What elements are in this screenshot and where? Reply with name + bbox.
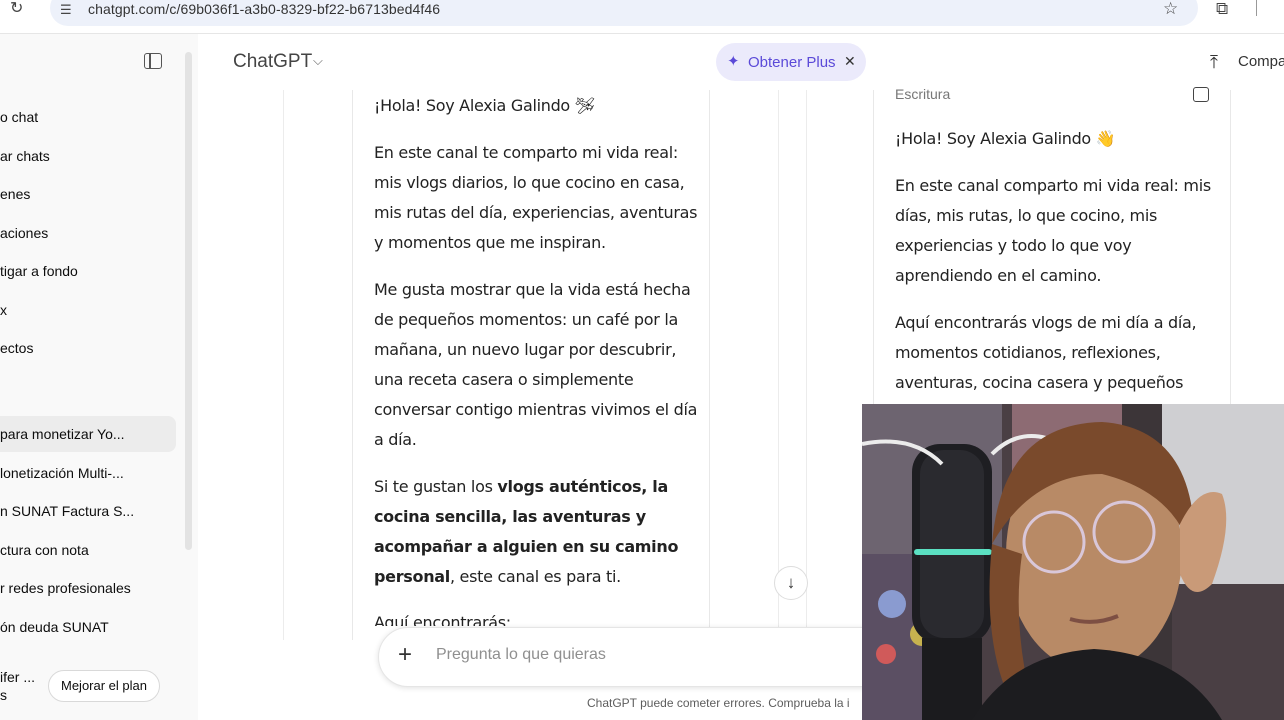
response-b-line: días, mis rutas, lo que cocino, mis xyxy=(895,206,1158,225)
sidebar-item-apps[interactable]: aciones xyxy=(0,215,176,251)
sidebar-item-deep-research[interactable]: tigar a fondo xyxy=(0,253,176,289)
chat-history-item[interactable]: ctura con nota xyxy=(0,532,176,568)
column-divider xyxy=(806,90,807,640)
response-b-line: experiencias y todo lo que voy xyxy=(895,236,1132,255)
response-a-line: mis rutas del día, experiencias, aventur… xyxy=(374,203,698,222)
response-a-line: Me gusta mostrar que la vida está hecha xyxy=(374,280,691,299)
response-b-line: aventuras, cocina casera y pequeños xyxy=(895,373,1184,392)
chat-history-item[interactable]: r redes profesionales xyxy=(0,570,176,606)
share-icon[interactable]: ⤒ xyxy=(1210,52,1218,73)
chat-history-item[interactable]: lonetización Multi-... xyxy=(0,455,176,491)
response-a-line: acompañar a alguien en su camino xyxy=(374,532,678,562)
response-a-line: Si te gustan los vlogs auténticos, la xyxy=(374,472,668,502)
bookmark-star-icon[interactable]: ☆ xyxy=(1163,0,1178,19)
sidebar-scrollbar[interactable] xyxy=(185,52,192,550)
user-name: ifer ... xyxy=(0,669,36,685)
webcam-feed-image xyxy=(862,404,1284,720)
response-a-line: cocina sencilla, las aventuras y xyxy=(374,502,646,532)
response-a-text: Si te gustan los xyxy=(374,477,498,496)
sidebar-item-search-chats[interactable]: ar chats xyxy=(0,138,176,174)
toolbar-divider xyxy=(1256,0,1257,16)
response-b-line: En este canal comparto mi vida real: mis xyxy=(895,176,1211,195)
response-a-line: y momentos que me inspiran. xyxy=(374,233,606,252)
disclaimer-text: ChatGPT puede cometer errores. Comprueba… xyxy=(587,696,850,710)
chat-history-item[interactable]: n SUNAT Factura S... xyxy=(0,493,176,529)
response-a-bold: vlogs auténticos, la xyxy=(497,477,668,496)
response-a-line: personal, este canal es para ti. xyxy=(374,562,621,592)
copy-icon[interactable] xyxy=(1193,87,1209,102)
response-a-line: de pequeños momentos: un café por la xyxy=(374,310,678,329)
close-icon[interactable]: ✕ xyxy=(844,53,856,70)
response-b-greeting: ¡Hola! Soy Alexia Galindo 👋 xyxy=(895,129,1116,148)
chevron-down-icon[interactable]: ⌵ xyxy=(313,53,323,69)
column-divider xyxy=(778,90,779,640)
response-b-line: Aquí encontrarás vlogs de mi día a día, xyxy=(895,313,1197,332)
chat-history-item[interactable]: para monetizar Yo... xyxy=(0,416,176,452)
scroll-to-bottom-button[interactable]: ↓ xyxy=(774,566,808,600)
site-settings-icon[interactable]: ☰ xyxy=(60,2,72,18)
sidebar: o chat ar chats enes aciones tigar a fon… xyxy=(0,34,198,720)
chat-history-item[interactable]: ón deuda SUNAT xyxy=(0,609,176,645)
response-b-line: aprendiendo en el camino. xyxy=(895,266,1102,285)
sidebar-item-codex[interactable]: x xyxy=(0,292,176,328)
response-a-line: una receta casera o simplemente xyxy=(374,370,634,389)
response-a-line: conversar contigo mientras vivimos el dí… xyxy=(374,400,698,419)
model-selector[interactable]: ChatGPT xyxy=(233,51,312,73)
response-a-bold: cocina sencilla, las aventuras y xyxy=(374,507,646,526)
response-a-bold: personal xyxy=(374,567,450,586)
share-button[interactable]: Compa xyxy=(1238,53,1284,70)
user-plan: s xyxy=(0,687,7,703)
column-divider xyxy=(283,90,284,640)
response-a-line: a día. xyxy=(374,430,417,449)
response-a-line: En este canal te comparto mi vida real: xyxy=(374,143,678,162)
get-plus-label[interactable]: Obtener Plus xyxy=(748,54,836,71)
response-b-tag: Escritura xyxy=(895,86,951,102)
response-a-greeting: ¡Hola! Soy Alexia Galindo 🛩 xyxy=(374,96,595,115)
response-a-bold: acompañar a alguien en su camino xyxy=(374,537,679,556)
response-a-line: mañana, un nuevo lugar por descubrir, xyxy=(374,340,677,359)
sidebar-item-projects[interactable]: ectos xyxy=(0,330,176,366)
upgrade-plan-button[interactable]: Mejorar el plan xyxy=(48,670,160,702)
browser-toolbar: ↻ ☰ chatgpt.com/c/69b036f1-a3b0-8329-bf2… xyxy=(0,0,1284,34)
response-a-line: mis vlogs diarios, lo que cocino en casa… xyxy=(374,173,685,192)
sidebar-item-images[interactable]: enes xyxy=(0,176,176,212)
extensions-icon[interactable]: ⧉ xyxy=(1216,0,1228,19)
user-profile[interactable]: ifer ... s xyxy=(0,668,40,704)
response-b-line: momentos cotidianos, reflexiones, xyxy=(895,343,1161,362)
response-a-line: Aquí encontrarás: xyxy=(374,613,511,626)
prompt-input[interactable] xyxy=(436,646,856,664)
webcam-overlay xyxy=(862,404,1284,720)
url-text[interactable]: chatgpt.com/c/69b036f1-a3b0-8329-bf22-b6… xyxy=(88,1,440,17)
reload-icon[interactable]: ↻ xyxy=(10,1,28,17)
sidebar-item-new-chat[interactable]: o chat xyxy=(0,99,176,135)
sidebar-toggle-icon[interactable] xyxy=(144,53,162,69)
sparkle-icon: ✦ xyxy=(727,53,740,70)
response-a-text: , este canal es para ti. xyxy=(449,567,621,586)
add-attachment-icon[interactable]: + xyxy=(398,641,412,669)
